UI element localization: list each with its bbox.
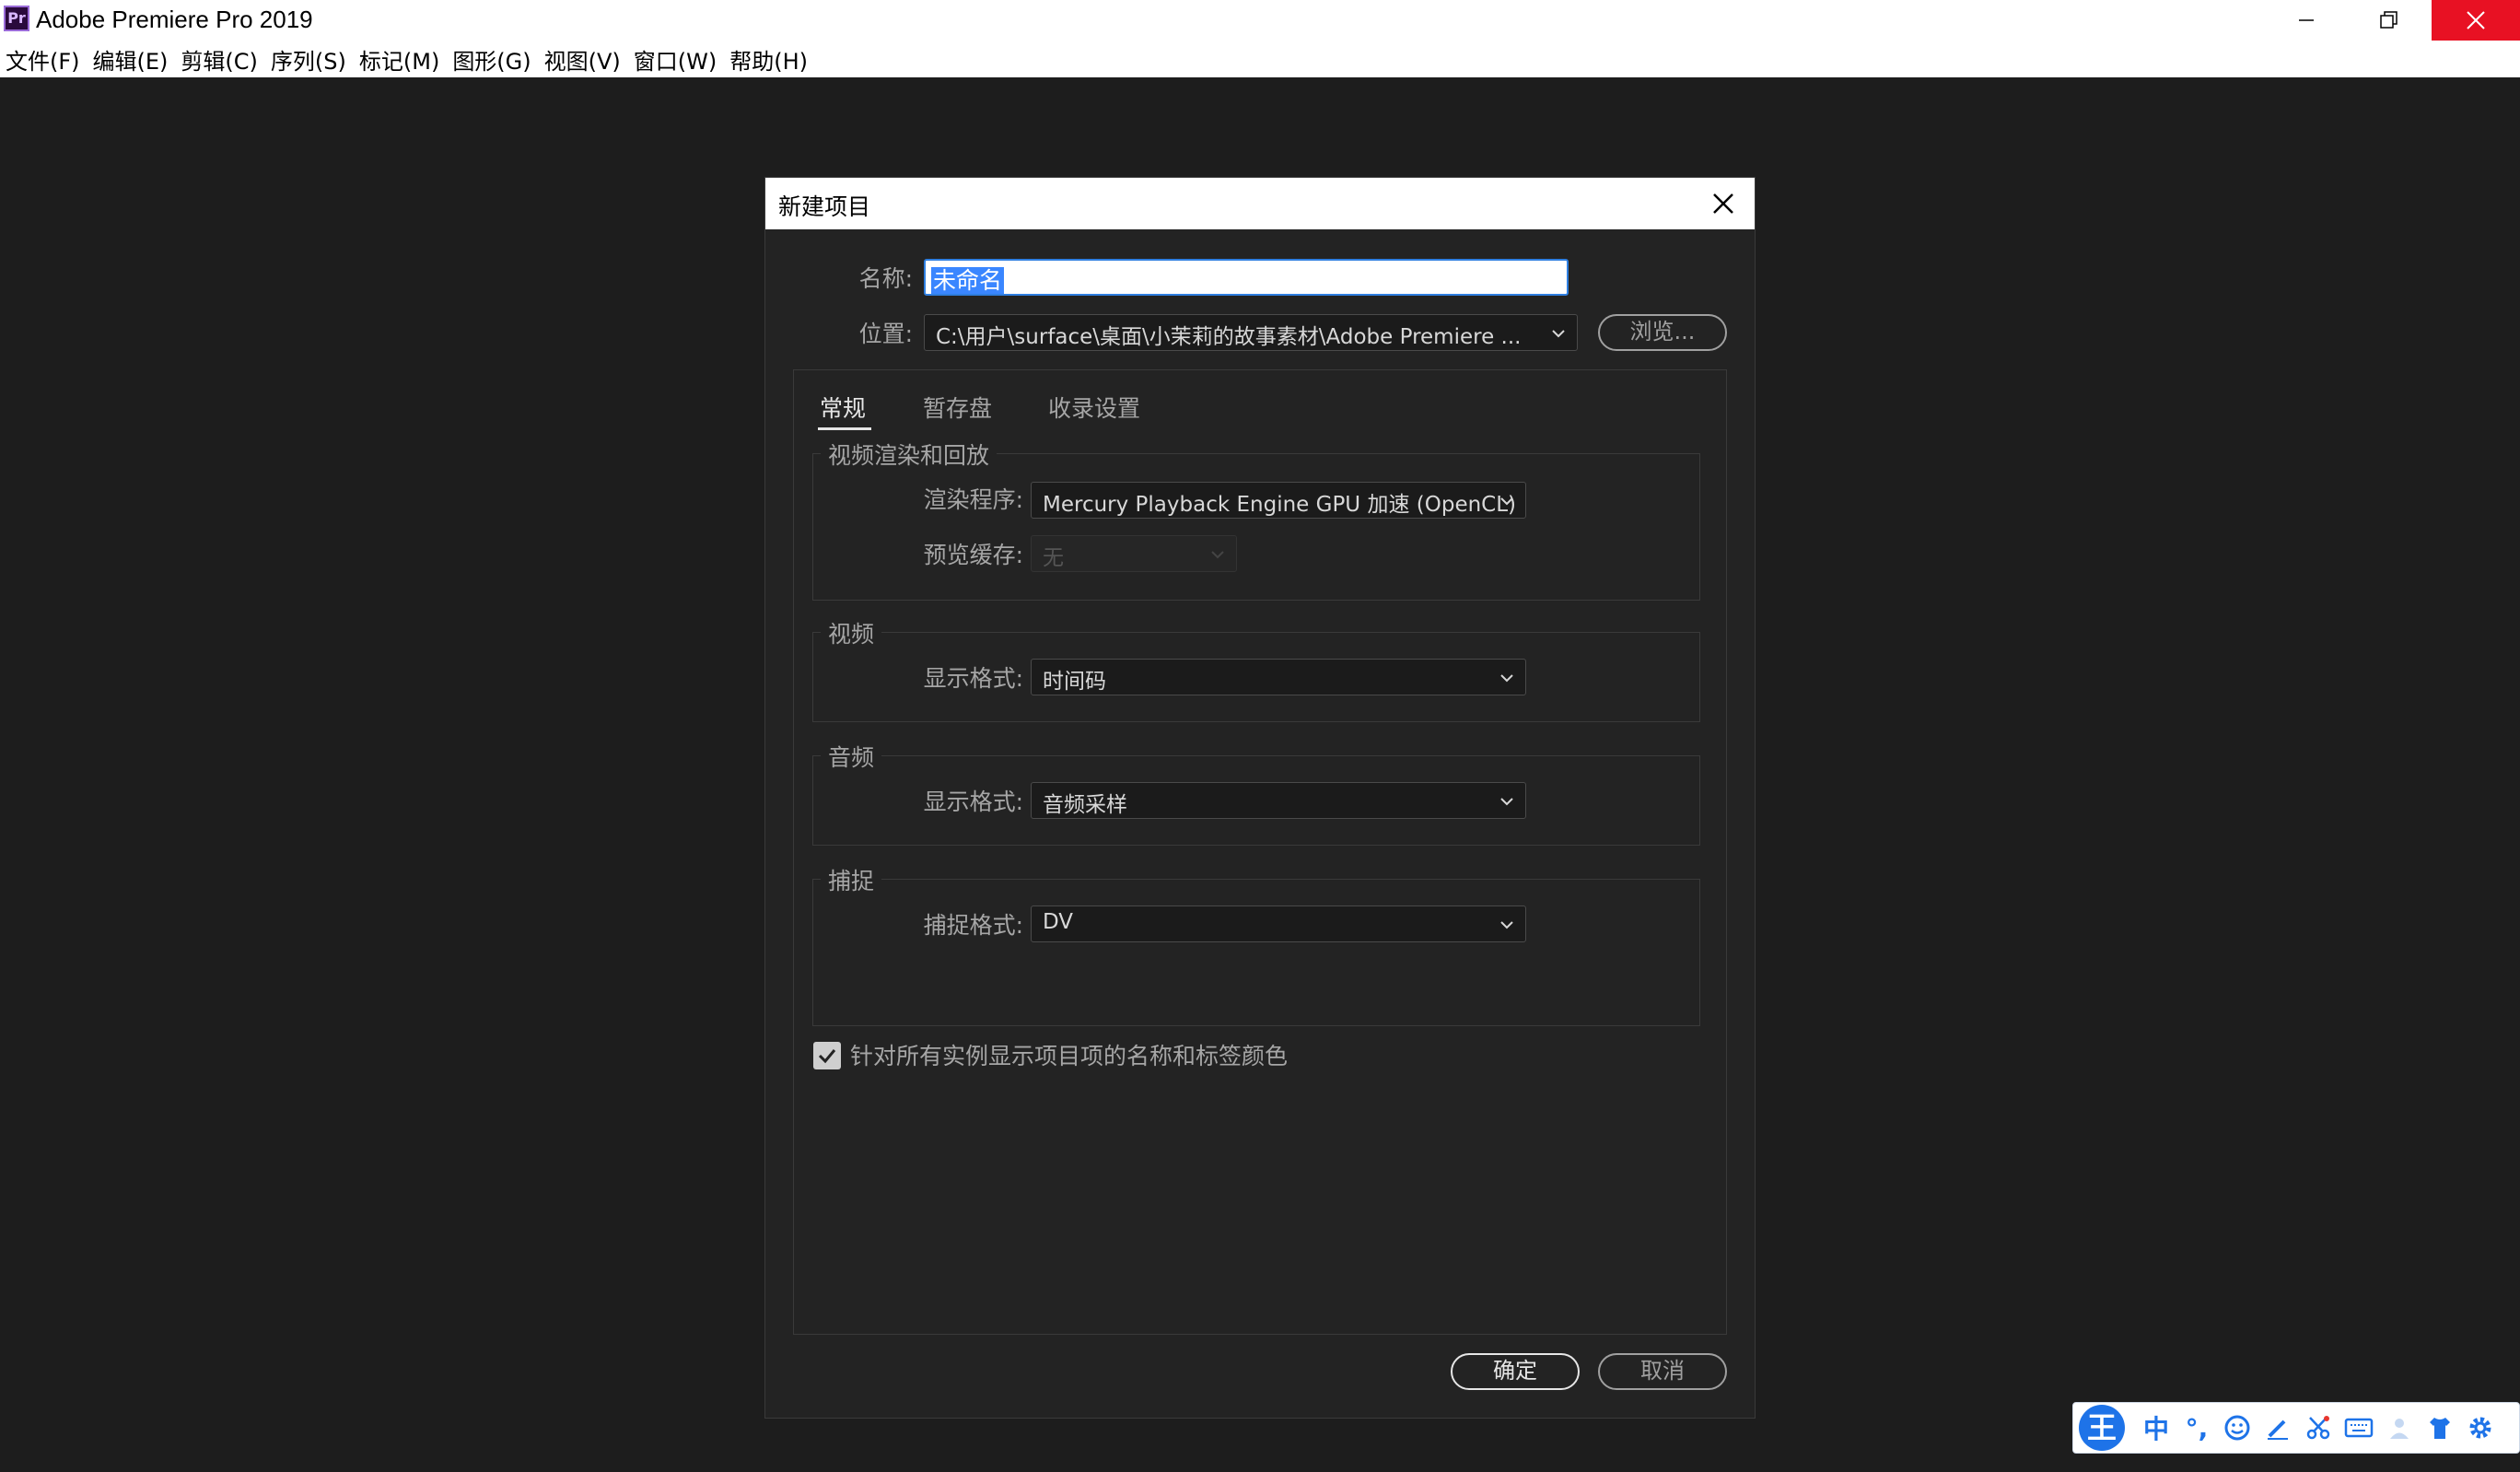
window-title: Adobe Premiere Pro 2019 [36,6,313,33]
active-tab-indicator [818,427,871,430]
ime-toolbar: 王 中 °, [2072,1402,2520,1454]
close-icon [2467,11,2485,29]
settings-gear-icon[interactable] [2460,1408,2501,1448]
dialog-close-button[interactable] [1709,189,1738,218]
close-window-button[interactable] [2432,0,2520,41]
ime-logo[interactable]: 王 [2079,1405,2125,1451]
ime-punctuation-toggle[interactable]: °, [2176,1408,2217,1448]
video-display-format-value: 时间码 [1043,670,1106,694]
keyboard-icon[interactable] [2339,1408,2379,1448]
cancel-button[interactable]: 取消 [1598,1353,1727,1390]
menu-file[interactable]: 文件(F) [6,43,80,76]
menu-window[interactable]: 窗口(W) [634,43,717,76]
menu-sequence[interactable]: 序列(S) [271,43,346,76]
browse-button[interactable]: 浏览... [1598,314,1727,351]
window-titlebar: Pr Adobe Premiere Pro 2019 [0,0,2520,41]
video-render-group: 视频渲染和回放 渲染程序: Mercury Playback Engine GP… [812,438,1700,601]
video-display-format-dropdown[interactable]: 时间码 [1031,659,1526,695]
dialog-titlebar: 新建项目 [765,178,1755,229]
chevron-down-icon [1500,921,1513,929]
chevron-down-icon [1211,551,1224,559]
new-project-dialog: 新建项目 名称: 未命名 位置: C:\用户\surface\桌面\小茉莉的故事… [764,177,1756,1419]
menu-view[interactable]: 视图(V) [544,43,621,76]
preview-cache-value: 无 [1043,546,1064,570]
audio-group-title: 音频 [821,740,882,773]
menu-edit[interactable]: 编辑(E) [93,43,169,76]
show-label-colors-label: 针对所有实例显示项目项的名称和标签颜色 [850,1043,1289,1069]
menu-bar: 文件(F) 编辑(E) 剪辑(C) 序列(S) 标记(M) 图形(G) 视图(V… [0,41,2520,77]
menu-help[interactable]: 帮助(H) [729,43,808,76]
preview-cache-label: 预览缓存: [923,542,1023,568]
renderer-value: Mercury Playback Engine GPU 加速 (OpenCL) [1043,493,1517,517]
capture-format-label: 捕捉格式: [923,912,1023,939]
emoji-icon[interactable] [2217,1408,2258,1448]
menu-graphics[interactable]: 图形(G) [452,43,531,76]
show-label-colors-checkbox[interactable] [813,1042,841,1069]
tab-scratch-disks[interactable]: 暂存盘 [923,391,992,424]
project-name-input[interactable]: 未命名 [924,259,1569,296]
video-render-group-title: 视频渲染和回放 [821,438,998,471]
audio-display-format-value: 音频采样 [1043,793,1127,817]
chevron-down-icon [1500,674,1513,683]
capture-format-dropdown[interactable]: DV [1031,905,1526,942]
location-label: 位置: [858,321,913,347]
video-display-format-label: 显示格式: [923,665,1023,692]
menu-clip[interactable]: 剪辑(C) [181,43,257,76]
name-label: 名称: [858,265,913,292]
chevron-down-icon [1500,497,1513,506]
capture-format-value: DV [1043,910,1074,934]
chevron-down-icon [1500,798,1513,806]
renderer-dropdown[interactable]: Mercury Playback Engine GPU 加速 (OpenCL) [1031,482,1526,519]
menu-markers[interactable]: 标记(M) [359,43,439,76]
location-dropdown[interactable]: C:\用户\surface\桌面\小茉莉的故事素材\Adobe Premiere… [924,314,1578,351]
chevron-down-icon [1552,330,1565,338]
user-icon[interactable] [2379,1408,2420,1448]
project-name-value: 未命名 [931,267,1005,294]
ok-button[interactable]: 确定 [1451,1353,1580,1390]
tab-ingest-settings[interactable]: 收录设置 [1048,391,1140,424]
video-group-title: 视频 [821,616,882,649]
audio-group: 音频 显示格式: 音频采样 [812,740,1700,846]
location-value: C:\用户\surface\桌面\小茉莉的故事素材\Adobe Premiere… [936,325,1522,349]
skin-shirt-icon[interactable] [2420,1408,2460,1448]
ime-mode-toggle[interactable]: 中 [2136,1408,2176,1448]
minimize-icon [2299,19,2314,21]
close-icon [1713,193,1733,214]
settings-tab-panel: 常规 暂存盘 收录设置 视频渲染和回放 渲染程序: Mercury Playba… [793,369,1727,1335]
minimize-button[interactable] [2266,0,2347,41]
capture-group-title: 捕捉 [821,863,882,896]
renderer-label: 渲染程序: [923,486,1023,513]
restore-button[interactable] [2349,0,2430,41]
tab-general[interactable]: 常规 [820,391,866,424]
audio-display-format-label: 显示格式: [923,789,1023,815]
audio-display-format-dropdown[interactable]: 音频采样 [1031,782,1526,819]
dialog-title: 新建项目 [778,193,871,220]
restore-icon [2380,11,2398,29]
premiere-app-icon: Pr [4,6,29,31]
checkmark-icon [818,1049,836,1064]
preview-cache-dropdown: 无 [1031,535,1237,572]
scissors-icon[interactable] [2298,1408,2339,1448]
capture-group: 捕捉 捕捉格式: DV [812,863,1700,1026]
handwriting-icon[interactable] [2258,1408,2298,1448]
video-group: 视频 显示格式: 时间码 [812,616,1700,722]
